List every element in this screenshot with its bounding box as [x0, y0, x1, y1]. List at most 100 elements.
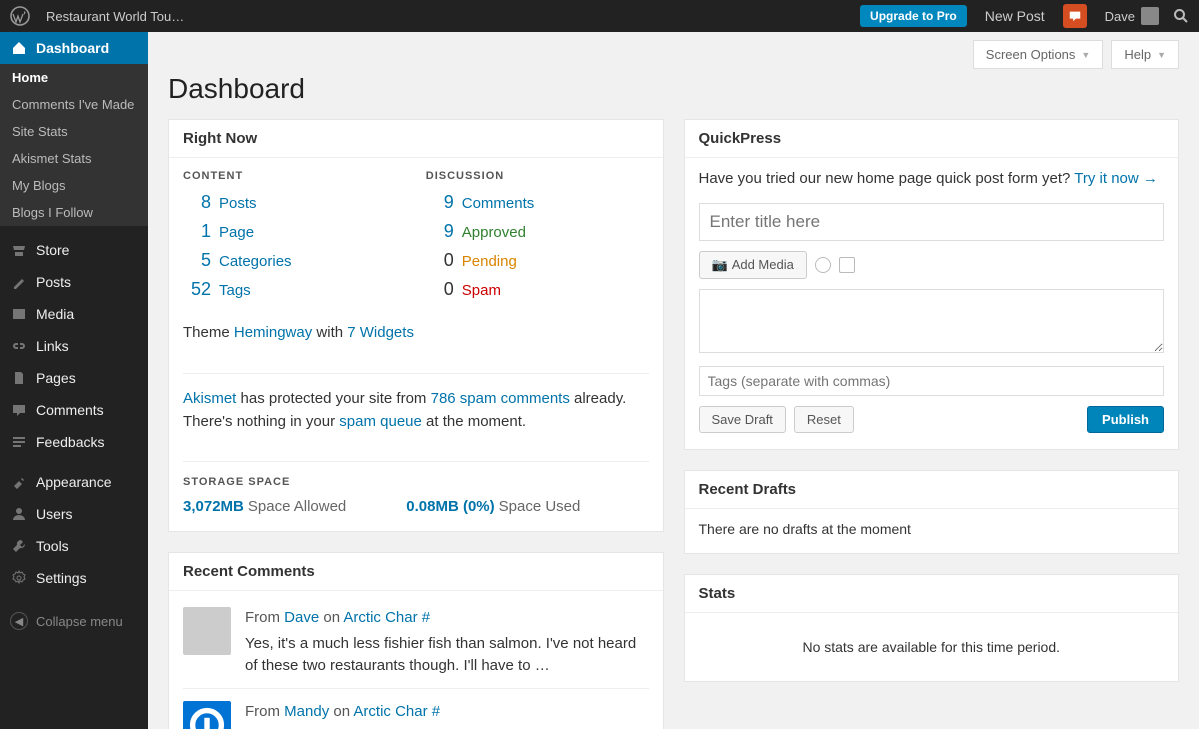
- menu-media[interactable]: Media: [0, 298, 148, 330]
- submenu-item[interactable]: Blogs I Follow: [0, 199, 148, 226]
- admin-sidebar: Dashboard HomeComments I've MadeSite Sta…: [0, 32, 148, 729]
- quickpress-box: QuickPress Have you tried our new home p…: [684, 119, 1180, 450]
- screen-options-tab[interactable]: Screen Options▼: [973, 40, 1104, 69]
- count[interactable]: 52: [183, 279, 211, 300]
- comments-icon: [10, 402, 28, 418]
- recent-comments-box: Recent Comments From Dave on Arctic Char…: [168, 552, 664, 729]
- comment-post-link[interactable]: Arctic Char #: [343, 609, 430, 626]
- akismet-link[interactable]: Akismet: [183, 390, 236, 407]
- content-heading: CONTENT: [183, 170, 406, 182]
- chevron-down-icon: ▼: [1081, 50, 1090, 60]
- menu-store[interactable]: Store: [0, 234, 148, 266]
- comment-post-link[interactable]: Arctic Char #: [353, 703, 440, 720]
- menu-links[interactable]: Links: [0, 330, 148, 362]
- post-title-input[interactable]: [699, 203, 1165, 241]
- menu-comments[interactable]: Comments: [0, 394, 148, 426]
- try-it-now-link[interactable]: Try it now →: [1074, 170, 1158, 187]
- box-title: QuickPress: [685, 120, 1179, 158]
- stats-empty: No stats are available for this time per…: [685, 613, 1179, 681]
- count-label[interactable]: Spam: [462, 282, 501, 299]
- spam-queue-link[interactable]: spam queue: [339, 413, 422, 430]
- post-content-textarea[interactable]: [699, 289, 1165, 353]
- submenu-item[interactable]: Home: [0, 64, 148, 91]
- collapse-menu[interactable]: ◀ Collapse menu: [0, 602, 148, 640]
- submenu-item[interactable]: Comments I've Made: [0, 91, 148, 118]
- quickpress-note: Have you tried our new home page quick p…: [699, 170, 1165, 187]
- posts-icon: [10, 274, 28, 290]
- theme-line: Theme Hemingway with 7 Widgets: [183, 324, 649, 341]
- submenu-item[interactable]: Site Stats: [0, 118, 148, 145]
- menu-label: Dashboard: [36, 40, 109, 56]
- user-name-label: Dave: [1105, 9, 1135, 24]
- count[interactable]: 8: [183, 192, 211, 213]
- submenu-item[interactable]: My Blogs: [0, 172, 148, 199]
- box-title: Right Now: [169, 120, 663, 158]
- storage-used-link[interactable]: 0.08MB (0%): [406, 498, 494, 515]
- menu-label: Users: [36, 506, 73, 522]
- tags-input[interactable]: [699, 366, 1165, 396]
- new-post-link[interactable]: New Post: [985, 8, 1045, 24]
- count[interactable]: 0: [426, 279, 454, 300]
- count-label[interactable]: Pending: [462, 253, 517, 270]
- menu-tools[interactable]: Tools: [0, 530, 148, 562]
- circle-icon[interactable]: [815, 257, 831, 273]
- wordpress-logo-icon[interactable]: [10, 6, 30, 26]
- editor-icon[interactable]: [839, 257, 855, 273]
- page-title: Dashboard: [168, 73, 1179, 105]
- menu-label: Feedbacks: [36, 434, 104, 450]
- publish-button[interactable]: Publish: [1087, 406, 1164, 433]
- widgets-link[interactable]: 7 Widgets: [347, 324, 414, 341]
- count[interactable]: 9: [426, 192, 454, 213]
- avatar: [183, 607, 231, 655]
- drafts-empty: There are no drafts at the moment: [685, 509, 1179, 553]
- save-draft-button[interactable]: Save Draft: [699, 406, 786, 433]
- menu-posts[interactable]: Posts: [0, 266, 148, 298]
- menu-pages[interactable]: Pages: [0, 362, 148, 394]
- comment-row: From Dave on Arctic Char #Yes, it's a mu…: [183, 603, 649, 688]
- reset-button[interactable]: Reset: [794, 406, 854, 433]
- comment-author-link[interactable]: Mandy: [284, 703, 329, 720]
- count[interactable]: 9: [426, 221, 454, 242]
- count-label[interactable]: Categories: [219, 253, 292, 270]
- menu-users[interactable]: Users: [0, 498, 148, 530]
- submenu-item[interactable]: Akismet Stats: [0, 145, 148, 172]
- menu-label: Media: [36, 306, 74, 322]
- box-title: Recent Drafts: [685, 471, 1179, 509]
- collapse-label: Collapse menu: [36, 614, 123, 629]
- avatar: [1141, 7, 1159, 25]
- menu-appearance[interactable]: Appearance: [0, 466, 148, 498]
- spam-count-link[interactable]: 786 spam comments: [431, 390, 570, 407]
- site-title[interactable]: Restaurant World Tou…: [46, 9, 184, 24]
- media-icon: 📷: [712, 257, 728, 272]
- box-title: Recent Comments: [169, 553, 663, 591]
- menu-feedbacks[interactable]: Feedbacks: [0, 426, 148, 458]
- count-label[interactable]: Page: [219, 224, 254, 241]
- collapse-icon: ◀: [10, 612, 28, 630]
- avatar: [183, 701, 231, 729]
- count-label[interactable]: Posts: [219, 195, 257, 212]
- notifications-icon[interactable]: [1063, 4, 1087, 28]
- appearance-icon: [10, 474, 28, 490]
- upgrade-button[interactable]: Upgrade to Pro: [860, 5, 967, 27]
- help-tab[interactable]: Help▼: [1111, 40, 1179, 69]
- search-icon[interactable]: [1173, 8, 1189, 24]
- menu-label: Settings: [36, 570, 87, 586]
- count[interactable]: 5: [183, 250, 211, 271]
- storage-allowed-link[interactable]: 3,072MB: [183, 498, 244, 515]
- count-label[interactable]: Comments: [462, 195, 535, 212]
- count[interactable]: 1: [183, 221, 211, 242]
- feedbacks-icon: [10, 434, 28, 450]
- comment-author-link[interactable]: Dave: [284, 609, 319, 626]
- box-title: Stats: [685, 575, 1179, 613]
- recent-drafts-box: Recent Drafts There are no drafts at the…: [684, 470, 1180, 554]
- count-label[interactable]: Tags: [219, 282, 251, 299]
- count[interactable]: 0: [426, 250, 454, 271]
- menu-settings[interactable]: Settings: [0, 562, 148, 594]
- home-icon: [10, 40, 28, 56]
- user-menu[interactable]: Dave: [1105, 7, 1159, 25]
- menu-dashboard[interactable]: Dashboard: [0, 32, 148, 64]
- add-media-button[interactable]: 📷Add Media: [699, 251, 807, 279]
- links-icon: [10, 338, 28, 354]
- theme-link[interactable]: Hemingway: [234, 324, 312, 341]
- count-label[interactable]: Approved: [462, 224, 526, 241]
